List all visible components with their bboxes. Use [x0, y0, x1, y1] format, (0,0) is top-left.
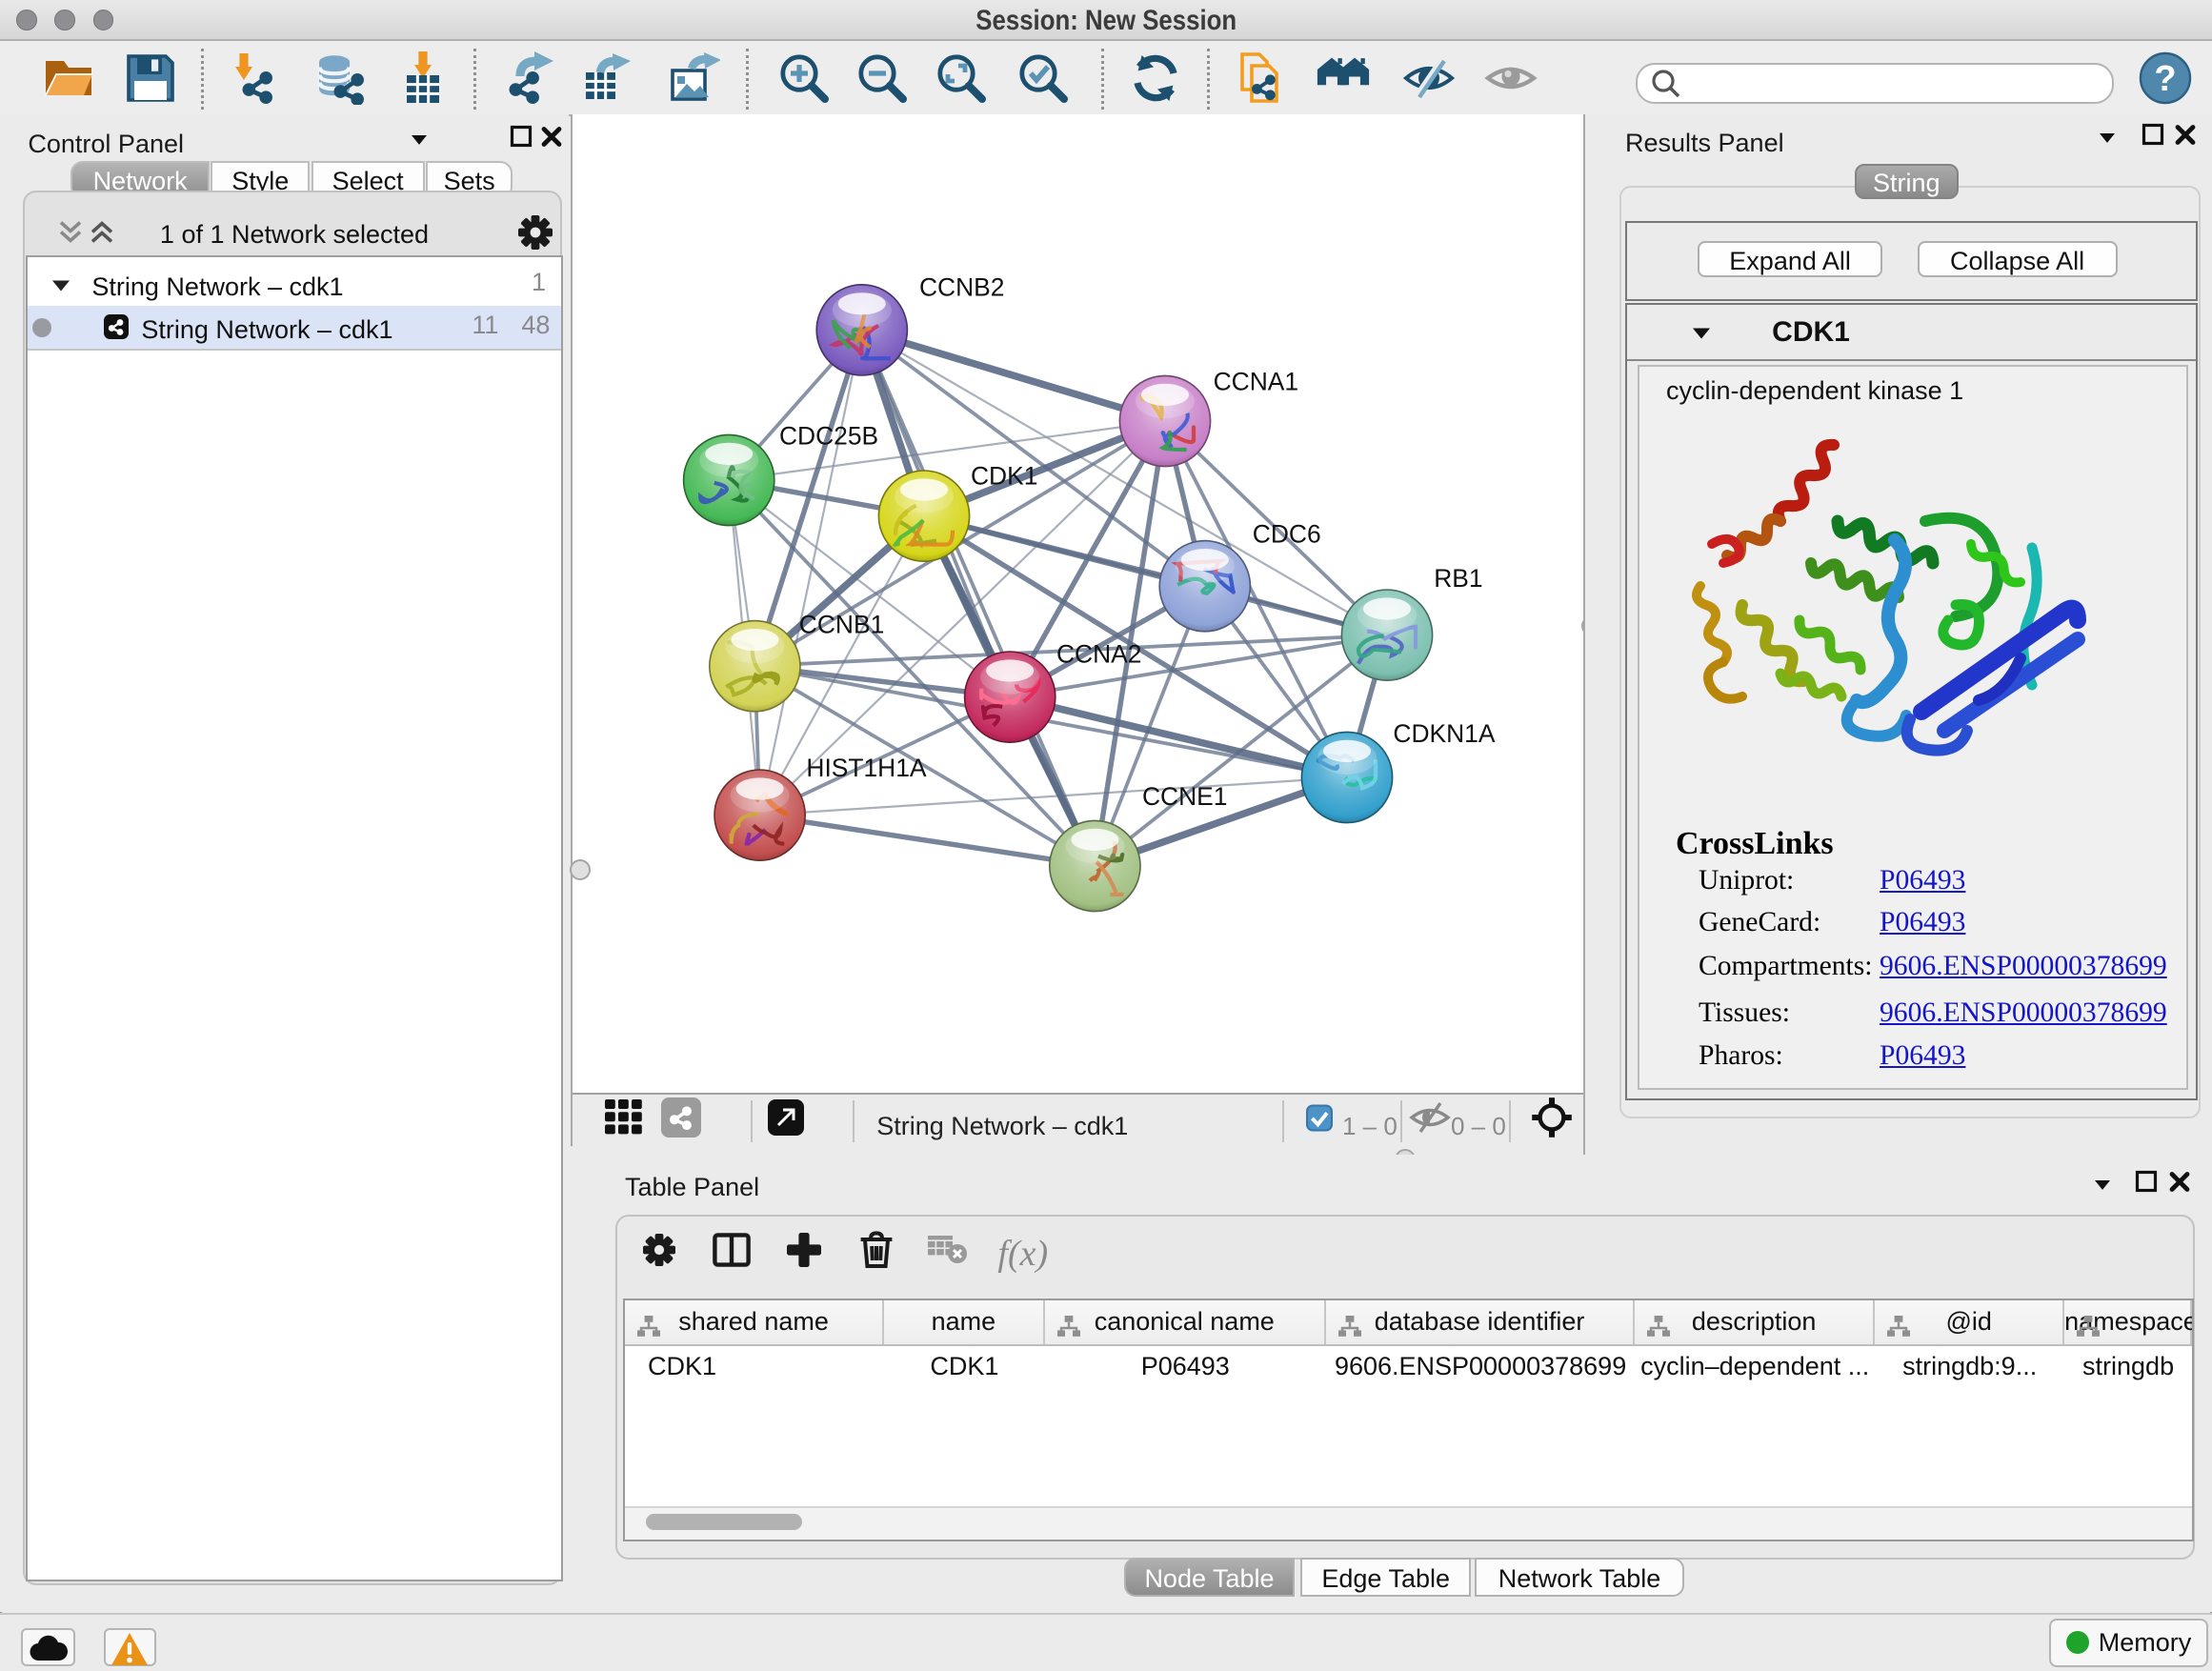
svg-text:CCNB2: CCNB2	[919, 272, 1004, 301]
svg-text:CDC25B: CDC25B	[779, 421, 878, 450]
svg-text:CDKN1A: CDKN1A	[1393, 719, 1495, 748]
svg-text:CCNA2: CCNA2	[1056, 639, 1141, 668]
svg-text:?: ?	[2154, 59, 2176, 99]
svg-text:CCNB1: CCNB1	[799, 611, 884, 639]
svg-text:CCNE1: CCNE1	[1142, 782, 1227, 811]
svg-text:CCNA1: CCNA1	[1214, 368, 1298, 396]
svg-text:HIST1H1A: HIST1H1A	[806, 754, 927, 782]
svg-text:CDK1: CDK1	[971, 462, 1037, 491]
svg-text:RB1: RB1	[1434, 564, 1482, 593]
svg-text:CDC6: CDC6	[1253, 519, 1321, 548]
